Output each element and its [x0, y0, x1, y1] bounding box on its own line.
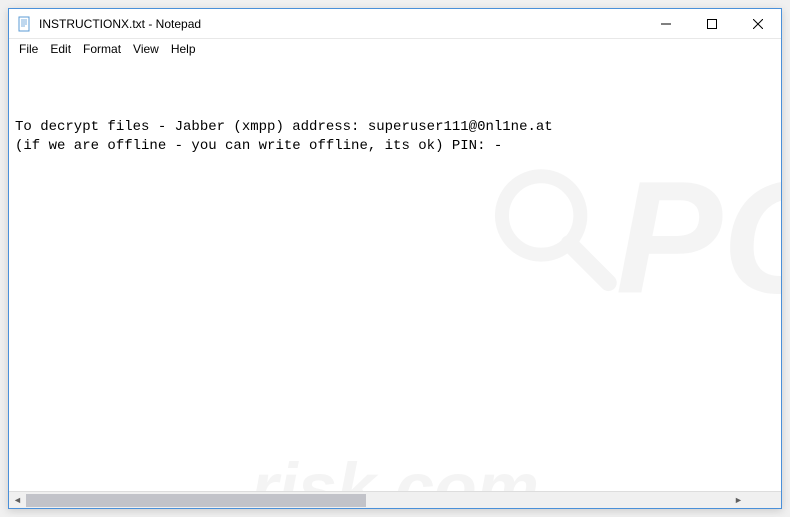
close-icon: [753, 19, 763, 29]
menu-edit[interactable]: Edit: [44, 40, 77, 58]
window-controls: [643, 9, 781, 38]
editor-content: To decrypt files - Jabber (xmpp) address…: [15, 118, 775, 156]
menu-view[interactable]: View: [127, 40, 165, 58]
watermark-bottom-text: risk.com: [251, 440, 539, 491]
text-line-1: To decrypt files - Jabber (xmpp) address…: [15, 119, 553, 135]
maximize-button[interactable]: [689, 9, 735, 39]
watermark-top-text: PC: [616, 166, 781, 310]
scrollbar-corner: [747, 492, 764, 509]
menu-help[interactable]: Help: [165, 40, 202, 58]
notepad-window: INSTRUCTIONX.txt - Notepad File Edit For…: [8, 8, 782, 509]
notepad-icon: [17, 16, 33, 32]
horizontal-scrollbar[interactable]: ◄ ►: [9, 491, 781, 508]
menubar: File Edit Format View Help: [9, 39, 781, 59]
menu-file[interactable]: File: [13, 40, 44, 58]
scroll-right-arrow-icon[interactable]: ►: [730, 492, 747, 509]
window-title: INSTRUCTIONX.txt - Notepad: [39, 17, 643, 31]
text-line-2: (if we are offline - you can write offli…: [15, 138, 502, 154]
minimize-icon: [661, 19, 671, 29]
maximize-icon: [707, 19, 717, 29]
scroll-left-arrow-icon[interactable]: ◄: [9, 492, 26, 509]
text-editor-area[interactable]: PC risk.com To decrypt files - Jabber (x…: [9, 59, 781, 491]
minimize-button[interactable]: [643, 9, 689, 39]
menu-format[interactable]: Format: [77, 40, 127, 58]
close-button[interactable]: [735, 9, 781, 39]
scrollbar-track[interactable]: ◄ ►: [9, 492, 764, 509]
titlebar[interactable]: INSTRUCTIONX.txt - Notepad: [9, 9, 781, 39]
scrollbar-thumb[interactable]: [26, 494, 366, 507]
